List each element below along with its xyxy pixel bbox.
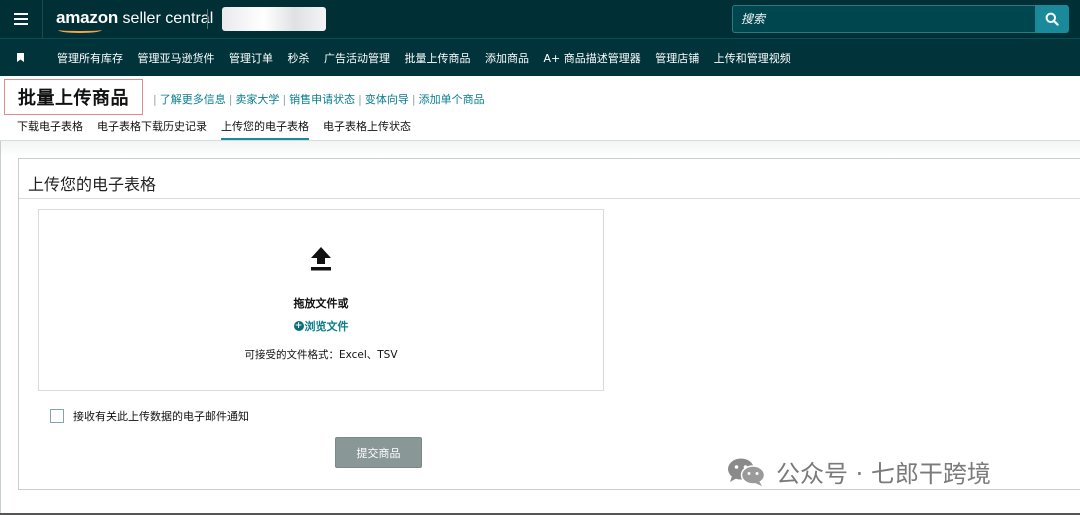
wechat-icon: [728, 458, 766, 486]
watermark-text: 公众号 · 七郎干跨境: [776, 460, 991, 488]
email-notification-label: 接收有关此上传数据的电子邮件通知: [73, 410, 249, 423]
search-icon: [1045, 12, 1059, 26]
menu-icon[interactable]: [0, 0, 43, 38]
card-title: 上传您的电子表格: [28, 175, 157, 194]
watermark: 公众号 · 七郎干跨境: [726, 454, 991, 489]
upload-icon: [311, 247, 331, 271]
tab-upload-status[interactable]: 电子表格上传状态: [323, 118, 411, 140]
page-title-row: 批量上传商品 | 了解更多信息 | 卖家大学 | 销售申请状态 | 变体向导 |…: [0, 76, 1080, 116]
top-header: amazon seller central: [0, 0, 1080, 38]
nav-manage-orders[interactable]: 管理订单: [229, 50, 273, 66]
browse-files-link[interactable]: + 浏览文件: [39, 318, 603, 334]
nav-manage-videos[interactable]: 上传和管理视频: [714, 50, 791, 66]
email-notification-row: 接收有关此上传数据的电子邮件通知: [50, 408, 249, 424]
upload-tabs: 下载电子表格 电子表格下载历史记录 上传您的电子表格 电子表格上传状态: [17, 118, 425, 140]
bookmark-icon[interactable]: [17, 53, 24, 62]
tab-download-spreadsheet[interactable]: 下载电子表格: [17, 118, 83, 140]
seller-university-link[interactable]: 卖家大学: [235, 91, 279, 107]
page-title-highlight: 批量上传商品: [4, 79, 143, 115]
store-selector[interactable]: [222, 7, 326, 31]
seller-central-logo[interactable]: amazon seller central: [56, 8, 213, 33]
search-input[interactable]: [732, 5, 1036, 33]
file-dropzone[interactable]: 拖放文件或 + 浏览文件 可接受的文件格式：Excel、TSV: [38, 209, 604, 391]
accepted-formats-text: 可接受的文件格式：Excel、TSV: [244, 349, 398, 361]
submit-products-button[interactable]: 提交商品: [335, 437, 422, 468]
main-nav: 管理所有库存 管理亚马逊货件 管理订单 秒杀 广告活动管理 批量上传商品 添加商…: [0, 38, 1080, 76]
amazon-smile-icon: [58, 27, 102, 33]
nav-a-plus-manager[interactable]: A+ 商品描述管理器: [544, 50, 641, 66]
nav-manage-stores[interactable]: 管理店铺: [655, 50, 699, 66]
learn-more-link[interactable]: 了解更多信息: [160, 91, 226, 107]
tab-upload-spreadsheet[interactable]: 上传您的电子表格: [221, 118, 309, 140]
nav-manage-shipments[interactable]: 管理亚马逊货件: [138, 50, 215, 66]
plus-circle-icon: +: [293, 321, 304, 331]
drag-drop-text: 拖放文件或: [293, 297, 349, 310]
tab-download-history[interactable]: 电子表格下载历史记录: [97, 118, 207, 140]
email-notification-checkbox[interactable]: [50, 409, 64, 423]
search-button[interactable]: [1035, 5, 1069, 33]
page-links: | 了解更多信息 | 卖家大学 | 销售申请状态 | 变体向导 | 添加单个商品: [153, 91, 485, 107]
page-title: 批量上传商品: [18, 88, 129, 109]
upload-card: 上传您的电子表格 拖放文件或 + 浏览文件 可接受的文件格式：Excel、TSV…: [18, 158, 1080, 490]
nav-bulk-upload[interactable]: 批量上传商品: [405, 50, 471, 66]
variation-wizard-link[interactable]: 变体向导: [365, 91, 409, 107]
nav-lightning-deals[interactable]: 秒杀: [288, 50, 310, 66]
add-single-product-link[interactable]: 添加单个商品: [419, 91, 485, 107]
header-divider: [207, 9, 208, 29]
nav-add-product[interactable]: 添加商品: [485, 50, 529, 66]
nav-manage-inventory[interactable]: 管理所有库存: [57, 50, 123, 66]
selling-application-status-link[interactable]: 销售申请状态: [289, 91, 355, 107]
nav-campaign-manager[interactable]: 广告活动管理: [324, 50, 390, 66]
